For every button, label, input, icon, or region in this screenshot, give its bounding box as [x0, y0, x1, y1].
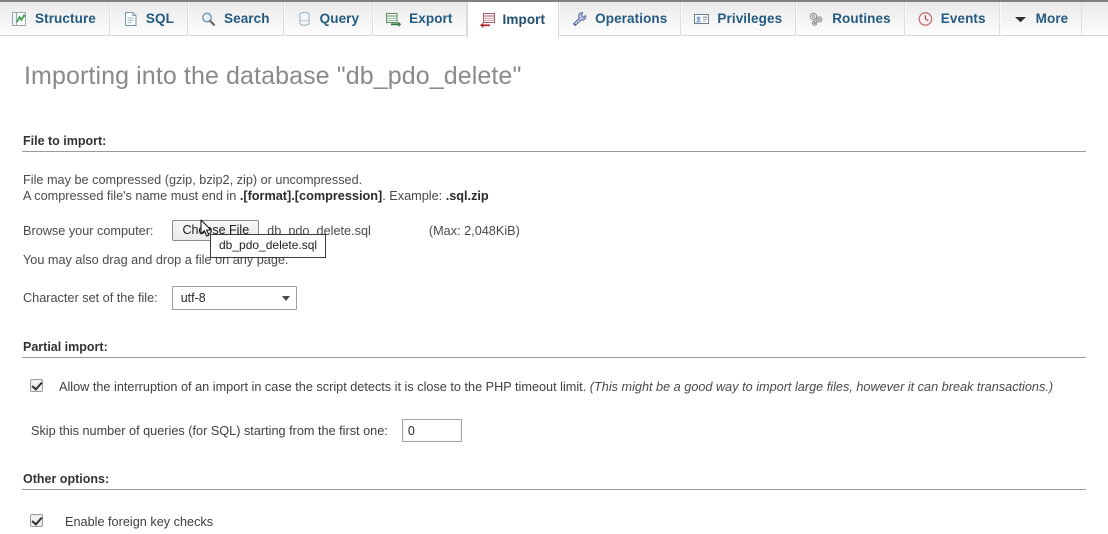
import-icon [479, 12, 496, 28]
page-content: Importing into the database "db_pdo_dele… [0, 62, 1108, 531]
note-pre: A compressed file's name must end in [23, 188, 240, 203]
search-icon [200, 11, 217, 27]
tab-structure[interactable]: Structure [0, 2, 110, 36]
tab-search[interactable]: Search [187, 2, 284, 36]
tab-label: Operations [595, 11, 668, 27]
tab-export[interactable]: Export [373, 2, 467, 36]
foreign-key-row: Enable foreign key checks [22, 513, 1086, 531]
main-tab-bar: Structure SQL Search Query Export Import… [0, 0, 1108, 38]
file-to-import-section: File to import: File may be compressed (… [22, 134, 1086, 310]
skip-queries-label: Skip this number of queries (for SQL) st… [31, 423, 388, 438]
chevron-down-icon [281, 295, 290, 301]
tab-events[interactable]: Events [904, 2, 1000, 36]
tab-operations[interactable]: Operations [559, 2, 682, 36]
drag-drop-row: You may also drag and drop a file on any… [22, 253, 1086, 267]
skip-queries-input[interactable]: 0 [401, 419, 462, 442]
note-mid: . Example: [382, 188, 446, 203]
query-icon [296, 11, 313, 27]
page-title: Importing into the database "db_pdo_dele… [24, 62, 522, 90]
tab-label: Routines [832, 11, 891, 27]
charset-row: Character set of the file: utf-8 [22, 286, 1086, 310]
tab-routines[interactable]: Routines [796, 2, 905, 36]
tab-label: More [1035, 11, 1069, 27]
tab-import[interactable]: Import [466, 2, 560, 38]
tab-sql[interactable]: SQL [109, 2, 188, 36]
tab-query[interactable]: Query [283, 2, 374, 36]
tab-privileges[interactable]: Privileges [681, 2, 797, 36]
tab-more[interactable]: More [999, 2, 1083, 36]
partial-section-legend: Partial import: [22, 340, 1086, 358]
privileges-icon [693, 11, 710, 27]
chevron-down-icon [1012, 11, 1029, 27]
charset-select-value: utf-8 [180, 291, 206, 305]
export-icon [385, 11, 402, 27]
browse-file-row: Browse your computer: Choose File db_pdo… [22, 220, 1086, 241]
compression-note-line2: A compressed file's name must end in .[f… [23, 189, 1086, 205]
note-example-token: .sql.zip [445, 188, 489, 203]
tab-label: Query [319, 11, 360, 27]
clock-icon [917, 11, 934, 27]
other-options-section: Other options: Enable foreign key checks [22, 472, 1086, 531]
routines-icon [808, 11, 825, 27]
tab-label: Structure [35, 11, 96, 27]
allow-interrupt-checkbox[interactable] [30, 379, 43, 392]
tab-label: Import [502, 12, 546, 28]
allow-interrupt-text: Allow the interruption of an import in c… [59, 380, 587, 394]
file-name-tooltip: db_pdo_delete.sql [210, 234, 327, 258]
compression-note-line1: File may be compressed (gzip, bzip2, zip… [23, 173, 363, 187]
file-section-legend: File to import: [22, 134, 1086, 152]
browse-label: Browse your computer: [23, 223, 154, 238]
max-size-note: (Max: 2,048KiB) [428, 223, 520, 238]
compression-note: File may be compressed (gzip, bzip2, zip… [22, 173, 1086, 204]
other-section-legend: Other options: [22, 472, 1086, 490]
foreign-key-label: Enable foreign key checks [65, 515, 214, 529]
tab-label: Search [223, 11, 270, 27]
wrench-icon [571, 11, 588, 27]
partial-import-section: Partial import: Allow the interruption o… [22, 340, 1086, 442]
allow-interrupt-hint: (This might be a good way to import larg… [589, 380, 1054, 394]
tab-label: Privileges [717, 11, 783, 27]
charset-label: Character set of the file: [23, 291, 158, 305]
allow-interrupt-row: Allow the interruption of an import in c… [22, 378, 1086, 396]
tab-label: Events [940, 11, 986, 27]
tab-label: Export [409, 11, 453, 27]
foreign-key-checkbox[interactable] [30, 514, 43, 527]
skip-queries-row: Skip this number of queries (for SQL) st… [22, 419, 1086, 442]
note-format-token: .[format].[compression] [239, 188, 383, 203]
charset-select[interactable]: utf-8 [171, 286, 297, 310]
allow-interrupt-label: Allow the interruption of an import in c… [59, 378, 1053, 396]
structure-icon [11, 11, 28, 27]
sql-icon [122, 11, 139, 27]
tab-label: SQL [145, 11, 174, 27]
